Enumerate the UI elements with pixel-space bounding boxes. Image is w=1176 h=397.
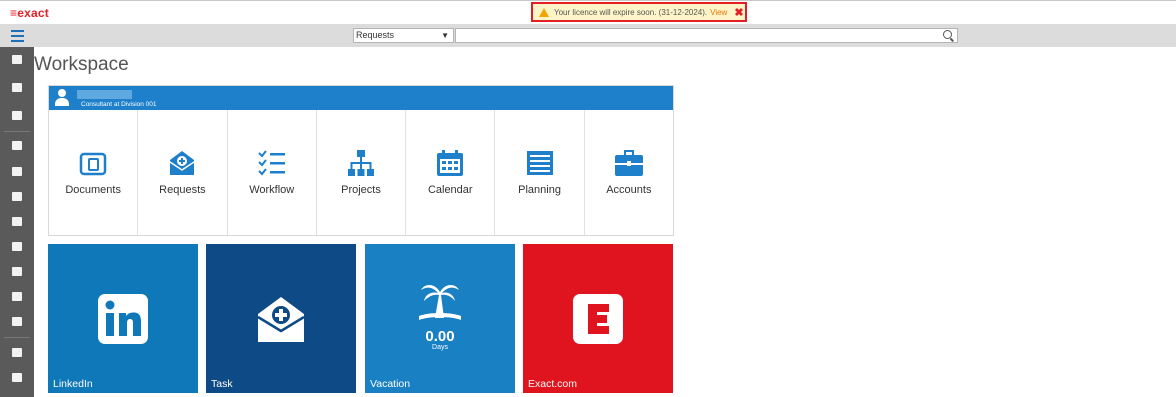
hamburger-icon-line	[11, 30, 24, 32]
sidebar-item-calendar[interactable]	[0, 159, 34, 183]
folder-icon	[12, 291, 22, 301]
sidebar-divider	[4, 337, 30, 338]
sidebar-item-dashboard[interactable]	[0, 47, 34, 71]
user-header: Consultant at Division 001	[49, 86, 673, 110]
app-projects[interactable]: Projects	[317, 110, 407, 235]
app-calendar[interactable]: Calendar	[406, 110, 496, 235]
request-envelope-icon	[170, 151, 195, 175]
sidebar-item-card[interactable]	[0, 234, 34, 258]
sidebar-item-list[interactable]	[0, 184, 34, 208]
avatar	[55, 89, 69, 106]
handshake-icon	[12, 372, 22, 382]
user-role: Consultant at Division 001	[81, 101, 157, 108]
sidebar-divider	[4, 131, 30, 132]
planning-list-icon	[526, 151, 553, 175]
app-label: Requests	[159, 184, 206, 196]
exact-logo[interactable]: ≡exact	[10, 6, 49, 20]
sidebar-item-documents[interactable]	[0, 284, 34, 308]
app-label: Workflow	[249, 184, 295, 196]
checklist-icon	[12, 140, 22, 150]
licence-notice: Your licence will expire soon. (31-12-20…	[531, 2, 747, 22]
user-name	[77, 90, 132, 99]
linkedin-icon	[98, 294, 148, 344]
search-icon[interactable]	[943, 30, 952, 39]
sidebar-item-grid[interactable]	[0, 103, 34, 127]
warning-icon	[539, 7, 549, 17]
licence-notice-text: Your licence will expire soon. (31-12-20…	[554, 7, 708, 17]
app-planning[interactable]: Planning	[495, 110, 585, 235]
hamburger-icon-line	[11, 40, 24, 42]
hamburger-icon-line	[11, 35, 24, 37]
tile-exact-com[interactable]: Exact.com	[523, 244, 673, 393]
top-divider	[0, 0, 1176, 1]
tile-linkedin[interactable]: LinkedIn	[48, 244, 198, 393]
search-scope-value: Requests	[356, 30, 395, 40]
palm-tree-icon	[419, 285, 461, 320]
sidebar-item-window[interactable]	[0, 75, 34, 99]
close-icon[interactable]: ✖	[734, 6, 743, 19]
list-icon	[12, 191, 22, 201]
sidebar-item-projects[interactable]	[0, 309, 34, 333]
tile-task[interactable]: Task	[206, 244, 356, 393]
app-requests[interactable]: Requests	[138, 110, 228, 235]
dashboard-icon	[12, 54, 22, 64]
binoculars-icon	[12, 216, 22, 226]
sidebar-item-requests[interactable]	[0, 259, 34, 283]
vacation-days-value: 0.00	[425, 328, 455, 345]
grid-icon	[12, 110, 22, 120]
tile-label: Vacation	[370, 378, 411, 390]
home-icon	[12, 347, 22, 357]
app-label: Documents	[65, 184, 121, 196]
sidebar-item-home[interactable]	[0, 340, 34, 364]
app-documents[interactable]: Documents	[49, 110, 139, 235]
user-panel: Consultant at Division 001 Documents Req…	[48, 85, 674, 236]
tile-vacation[interactable]: 0.00 Days Vacation	[365, 244, 515, 393]
app-workflow[interactable]: Workflow	[228, 110, 317, 235]
sidebar-item-binoculars[interactable]	[0, 209, 34, 233]
app-label: Accounts	[606, 184, 652, 196]
tile-label: LinkedIn	[53, 378, 93, 390]
sidebar	[0, 47, 34, 397]
card-icon	[12, 241, 22, 251]
calendar-icon	[437, 150, 464, 176]
folder-icon	[79, 152, 107, 176]
search-scope-select[interactable]: Requests ▼	[353, 28, 454, 43]
sidebar-item-handshake[interactable]	[0, 365, 34, 389]
app-accounts[interactable]: Accounts	[585, 110, 673, 235]
hierarchy-icon	[12, 316, 22, 326]
menu-button[interactable]	[0, 24, 34, 47]
view-link[interactable]: View	[710, 8, 727, 17]
vacation-days-unit: Days	[432, 344, 448, 351]
tile-label: Exact.com	[528, 378, 578, 390]
exact-logo-icon	[573, 294, 623, 344]
app-launcher: Documents Requests Workflow Projects Cal…	[49, 110, 673, 235]
chevron-down-icon: ▼	[441, 31, 449, 40]
search-input[interactable]	[455, 28, 958, 43]
sidebar-item-workflow[interactable]	[0, 133, 34, 157]
checklist-icon	[257, 150, 285, 176]
tile-label: Task	[211, 378, 233, 390]
app-label: Calendar	[427, 184, 473, 196]
app-label: Planning	[518, 184, 561, 196]
calendar-icon	[12, 166, 22, 176]
briefcase-icon	[614, 150, 643, 176]
envelope-icon	[12, 266, 22, 276]
task-envelope-icon	[257, 297, 305, 342]
window-icon	[12, 82, 22, 92]
app-label: Projects	[341, 184, 381, 196]
hierarchy-icon	[347, 150, 374, 176]
page-title: Workspace	[34, 54, 129, 75]
